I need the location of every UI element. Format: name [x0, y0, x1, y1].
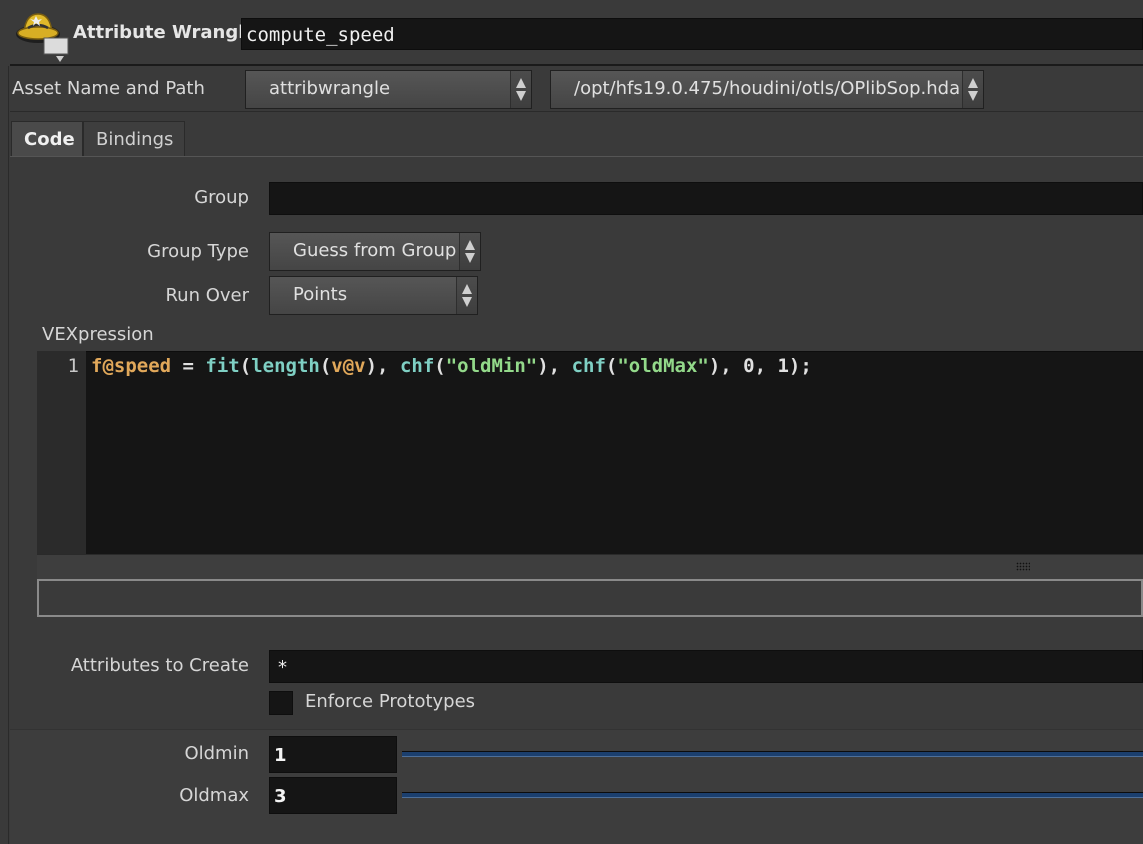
- asset-path-value: /opt/hfs19.0.475/houdini/otls/OPlibSop.h…: [574, 78, 961, 99]
- code-token: (: [319, 355, 332, 377]
- run-over-value: Points: [293, 284, 348, 305]
- node-type-label: Attribute Wrangle: [73, 22, 257, 43]
- asset-path-dropdown[interactable]: /opt/hfs19.0.475/houdini/otls/OPlibSop.h…: [550, 70, 984, 109]
- editor-resize-bar[interactable]: [37, 554, 1143, 579]
- attributes-to-create-label: Attributes to Create: [70, 655, 249, 676]
- node-name-field[interactable]: compute_speed: [241, 18, 1143, 50]
- group-type-value: Guess from Group: [293, 240, 457, 261]
- code-token: ),: [537, 355, 572, 377]
- code-token: fit: [205, 355, 240, 377]
- line-number: 1: [67, 355, 79, 377]
- code-token: v@v: [331, 355, 366, 377]
- left-border: [8, 0, 9, 844]
- code-token: "oldMin": [445, 355, 538, 377]
- oldmin-label: Oldmin: [184, 743, 249, 764]
- resize-grip-icon[interactable]: [1016, 562, 1030, 571]
- code-token: ), 0, 1);: [708, 355, 812, 377]
- attributes-to-create-field[interactable]: *: [269, 650, 1143, 683]
- tab-divider: [10, 156, 1143, 157]
- code-token: length: [251, 355, 320, 377]
- updown-arrow-icon: [459, 233, 480, 270]
- run-over-dropdown[interactable]: Points: [269, 276, 478, 315]
- editor-message-field: [37, 579, 1143, 617]
- tab-code[interactable]: Code: [11, 121, 83, 157]
- updown-arrow-icon: [510, 71, 531, 108]
- oldmin-field[interactable]: 1: [269, 736, 397, 773]
- vex-code-editor[interactable]: [37, 351, 1143, 555]
- header-divider: [10, 64, 1143, 66]
- asset-name-value: attribwrangle: [269, 78, 391, 99]
- group-label: Group: [194, 187, 249, 208]
- enforce-prototypes-label: Enforce Prototypes: [305, 691, 476, 712]
- code-line[interactable]: f@speed = fit(length(v@v), chf("oldMin")…: [91, 355, 812, 377]
- code-token: "oldMax": [617, 355, 709, 377]
- enforce-prototypes-checkbox[interactable]: [269, 691, 293, 715]
- code-token: f@speed: [91, 355, 172, 377]
- code-token: chf: [399, 355, 435, 377]
- asset-name-dropdown[interactable]: attribwrangle: [245, 70, 532, 109]
- group-field[interactable]: [269, 182, 1143, 215]
- vexpression-label: VEXpression: [42, 324, 154, 345]
- code-token: ),: [365, 355, 400, 377]
- updown-arrow-icon: [962, 71, 983, 108]
- code-token: (: [605, 355, 618, 377]
- oldmax-field[interactable]: 3: [269, 777, 397, 814]
- wrangle-cowboy-hat-icon[interactable]: [14, 8, 70, 64]
- asset-name-path-label: Asset Name and Path: [12, 78, 205, 99]
- group-type-dropdown[interactable]: Guess from Group: [269, 232, 481, 271]
- oldmin-slider[interactable]: [402, 751, 1143, 757]
- oldmax-slider[interactable]: [402, 792, 1143, 798]
- code-token: (: [239, 355, 252, 377]
- group-type-label: Group Type: [147, 241, 249, 262]
- line-number-gutter: [37, 351, 86, 554]
- tab-bindings[interactable]: Bindings: [83, 121, 185, 157]
- code-token: chf: [571, 355, 606, 377]
- oldmax-label: Oldmax: [179, 785, 249, 806]
- run-over-label: Run Over: [165, 285, 249, 306]
- code-token: (: [434, 355, 446, 377]
- asset-row-divider: [10, 111, 1143, 112]
- code-token: =: [171, 355, 206, 377]
- updown-arrow-icon: [456, 277, 477, 314]
